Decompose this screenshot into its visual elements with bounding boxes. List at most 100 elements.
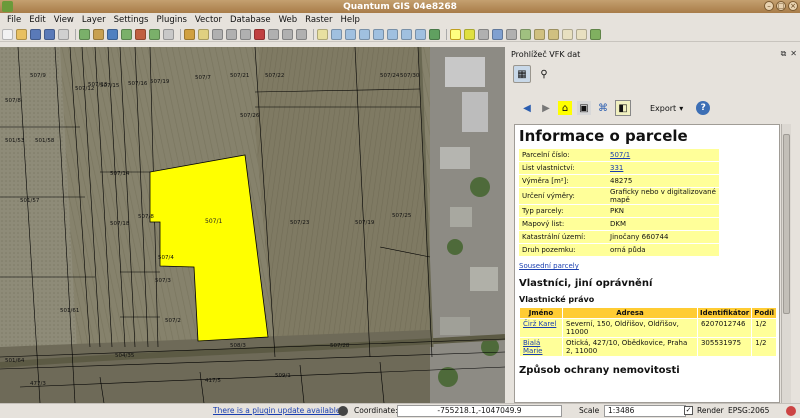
menu-bar: File Edit View Layer Settings Plugins Ve… bbox=[0, 13, 800, 27]
dock-close-icon[interactable]: ✕ bbox=[790, 49, 797, 59]
building-icon[interactable]: ▣ bbox=[577, 101, 591, 115]
delete-selected-icon[interactable] bbox=[254, 28, 265, 40]
owners-heading: Vlastníci, jiní oprávnění bbox=[519, 278, 653, 289]
add-wms-layer-icon[interactable] bbox=[135, 28, 146, 40]
zoom-selection-icon[interactable] bbox=[387, 28, 398, 40]
svg-text:507/7: 507/7 bbox=[195, 75, 211, 81]
table-row: Bialá Marie Otická, 427/10, Obědkovice, … bbox=[520, 338, 776, 356]
new-bookmark-icon[interactable] bbox=[534, 28, 545, 40]
menu-plugins[interactable]: Plugins bbox=[152, 15, 190, 25]
add-spatialite-layer-icon[interactable] bbox=[121, 28, 132, 40]
menu-view[interactable]: View bbox=[50, 15, 78, 25]
export-button[interactable]: Export ▾ bbox=[650, 104, 683, 113]
add-raster-layer-icon[interactable] bbox=[93, 28, 104, 40]
svg-text:507/25: 507/25 bbox=[392, 213, 412, 219]
print-icon[interactable] bbox=[58, 28, 69, 40]
neighbors-link[interactable]: Sousední parcely bbox=[519, 262, 775, 270]
menu-layer[interactable]: Layer bbox=[78, 15, 110, 25]
coordinate-field[interactable]: -755218.1,-1047049.9 bbox=[397, 405, 562, 417]
add-vector-layer-icon[interactable] bbox=[79, 28, 90, 40]
svg-text:417/5: 417/5 bbox=[205, 378, 221, 384]
save-as-icon[interactable] bbox=[44, 28, 55, 40]
new-project-icon[interactable] bbox=[2, 28, 13, 40]
forward-arrow-icon[interactable]: ▶ bbox=[539, 101, 553, 115]
help-icon[interactable]: ? bbox=[696, 101, 711, 115]
python-console-icon[interactable] bbox=[590, 28, 601, 40]
load-vfk-icon[interactable]: ▦ bbox=[513, 65, 531, 83]
add-postgis-layer-icon[interactable] bbox=[107, 28, 118, 40]
zoom-in-icon[interactable] bbox=[331, 28, 342, 40]
node-tool-icon[interactable] bbox=[240, 28, 251, 40]
deselect-icon[interactable] bbox=[478, 28, 489, 40]
menu-edit[interactable]: Edit bbox=[25, 15, 49, 25]
scale-combobox[interactable]: 1:3486 bbox=[604, 405, 686, 417]
owner-link[interactable]: Čirž Karel bbox=[523, 320, 556, 328]
text-annotation-icon[interactable] bbox=[562, 28, 573, 40]
pan-map-icon[interactable] bbox=[317, 28, 328, 40]
identify-icon[interactable] bbox=[450, 28, 461, 40]
save-edits-icon[interactable] bbox=[198, 28, 209, 40]
plugin-update-link[interactable]: There is a plugin update available bbox=[213, 406, 340, 415]
svg-text:507/15: 507/15 bbox=[100, 83, 120, 89]
select-on-map-icon[interactable]: ◧ bbox=[615, 100, 631, 116]
qgis-app-icon bbox=[2, 1, 13, 12]
close-icon[interactable]: × bbox=[788, 1, 798, 11]
render-checkbox[interactable]: ✓ bbox=[684, 406, 693, 415]
new-shapefile-icon[interactable] bbox=[163, 28, 174, 40]
plugin-status-icon[interactable] bbox=[338, 406, 348, 416]
crs-globe-icon[interactable] bbox=[786, 406, 796, 416]
map-canvas[interactable]: 507/1 507/8 507/9 507/12 507/13 507/15 5… bbox=[0, 47, 505, 403]
zoom-out-icon[interactable] bbox=[345, 28, 356, 40]
cut-features-icon[interactable] bbox=[268, 28, 279, 40]
add-feature-icon[interactable] bbox=[212, 28, 223, 40]
paste-features-icon[interactable] bbox=[296, 28, 307, 40]
panel-scrollbar[interactable] bbox=[781, 124, 791, 403]
open-project-icon[interactable] bbox=[16, 28, 27, 40]
menu-web[interactable]: Web bbox=[275, 15, 302, 25]
scrollbar-thumb[interactable] bbox=[783, 134, 790, 314]
svg-text:501/58: 501/58 bbox=[35, 138, 55, 144]
svg-text:507/8: 507/8 bbox=[5, 98, 21, 104]
svg-text:507/2: 507/2 bbox=[165, 318, 181, 324]
form-annotation-icon[interactable] bbox=[576, 28, 587, 40]
crs-status[interactable]: EPSG:2065 bbox=[728, 406, 769, 415]
move-feature-icon[interactable] bbox=[226, 28, 237, 40]
svg-text:477/3: 477/3 bbox=[30, 381, 46, 387]
save-project-icon[interactable] bbox=[30, 28, 41, 40]
network-icon[interactable]: ⌘ bbox=[596, 101, 610, 115]
svg-text:507/28: 507/28 bbox=[330, 343, 350, 349]
zoom-layer-icon[interactable] bbox=[373, 28, 384, 40]
menu-database[interactable]: Database bbox=[226, 15, 275, 25]
zoom-next-icon[interactable] bbox=[415, 28, 426, 40]
zoom-last-icon[interactable] bbox=[401, 28, 412, 40]
menu-settings[interactable]: Settings bbox=[110, 15, 153, 25]
zoom-full-icon[interactable] bbox=[359, 28, 370, 40]
dock-float-icon[interactable]: ⧉ bbox=[781, 49, 787, 59]
refresh-icon[interactable] bbox=[429, 28, 440, 40]
parcel-number-link[interactable]: 507/1 bbox=[610, 151, 630, 159]
svg-text:507/4: 507/4 bbox=[158, 255, 174, 261]
svg-text:501/64: 501/64 bbox=[5, 358, 25, 364]
measure-line-icon[interactable] bbox=[506, 28, 517, 40]
toggle-editing-icon[interactable] bbox=[184, 28, 195, 40]
table-row: List vlastnictví: 331 bbox=[519, 162, 719, 174]
ownership-list-link[interactable]: 331 bbox=[610, 164, 623, 172]
open-attribute-table-icon[interactable] bbox=[492, 28, 503, 40]
back-arrow-icon[interactable]: ◀ bbox=[520, 101, 534, 115]
menu-raster[interactable]: Raster bbox=[301, 15, 336, 25]
show-bookmarks-icon[interactable] bbox=[548, 28, 559, 40]
minimize-icon[interactable]: – bbox=[764, 1, 774, 11]
home-icon[interactable]: ⌂ bbox=[558, 101, 572, 115]
menu-help[interactable]: Help bbox=[337, 15, 364, 25]
add-wfs-layer-icon[interactable] bbox=[149, 28, 160, 40]
owner-link[interactable]: Bialá Marie bbox=[523, 339, 542, 355]
maximize-icon[interactable]: □ bbox=[776, 1, 786, 11]
map-tips-icon[interactable] bbox=[520, 28, 531, 40]
copy-features-icon[interactable] bbox=[282, 28, 293, 40]
ownership-heading: Vlastnické právo bbox=[519, 295, 595, 304]
menu-vector[interactable]: Vector bbox=[191, 15, 226, 25]
table-row: Mapový list: DKM bbox=[519, 218, 719, 230]
menu-file[interactable]: File bbox=[3, 15, 25, 25]
search-binoculars-icon[interactable]: ⚲ bbox=[535, 65, 553, 83]
select-features-icon[interactable] bbox=[464, 28, 475, 40]
